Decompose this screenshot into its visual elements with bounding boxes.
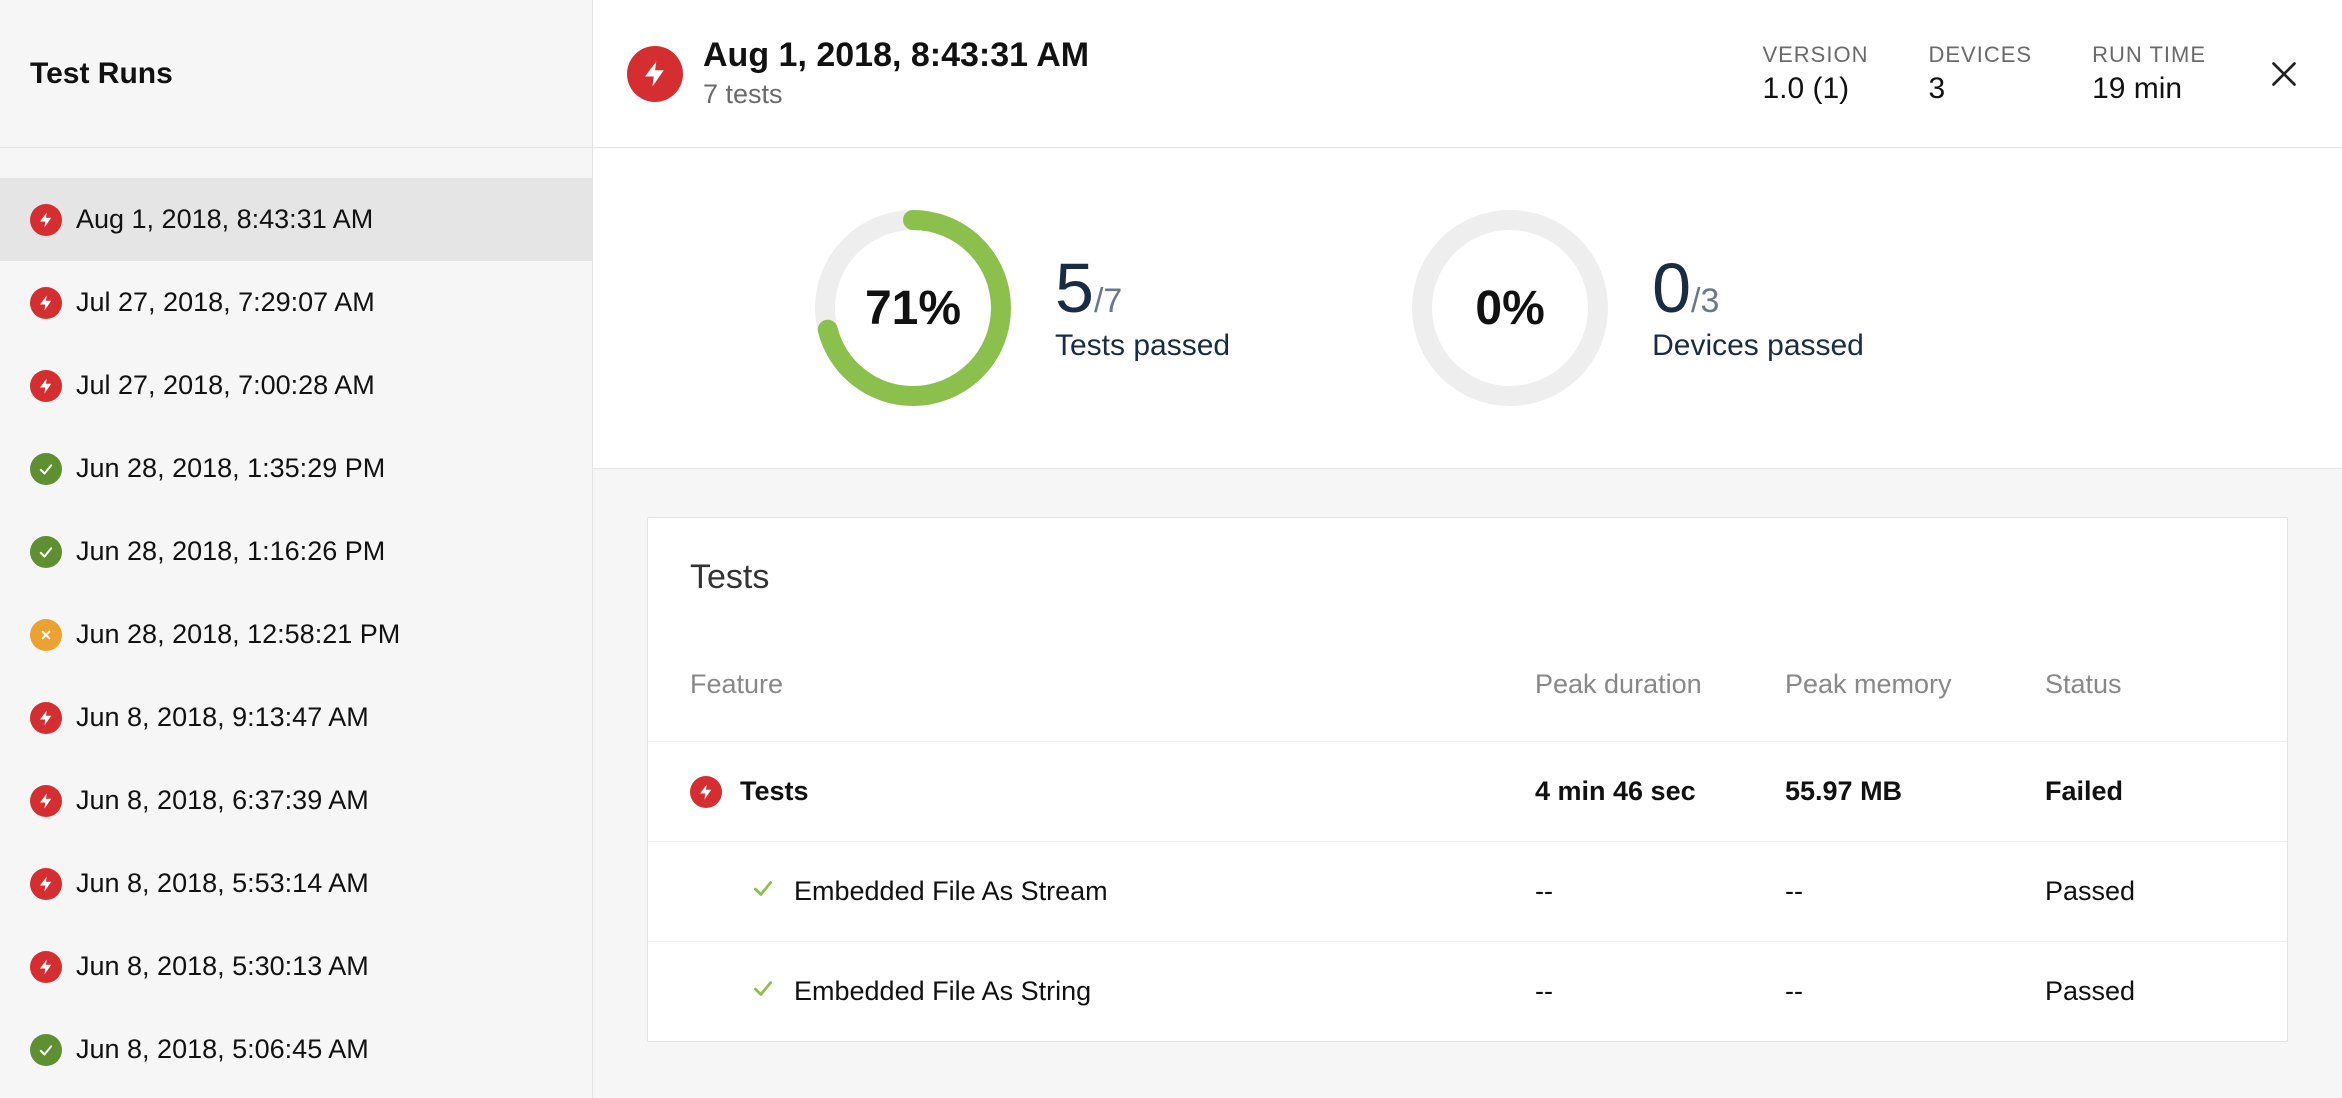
peak-duration: -- — [1535, 876, 1785, 907]
devices-fraction: 0/3 — [1652, 253, 1864, 323]
status: Passed — [2045, 876, 2245, 907]
test-run-item[interactable]: Jul 27, 2018, 7:00:28 AM — [0, 344, 592, 427]
devices-passed-dial: 0% — [1410, 208, 1610, 408]
lightning-icon — [30, 287, 62, 319]
header-stat: DEVICES 3 — [1928, 42, 2032, 106]
stat-value: 3 — [1928, 72, 2032, 106]
check-icon — [30, 1034, 62, 1066]
sidebar-title: Test Runs — [0, 0, 592, 148]
feature-name: Tests — [740, 776, 809, 807]
tests-percent: 71% — [813, 208, 1013, 408]
run-title: Aug 1, 2018, 8:43:31 AM — [703, 37, 1742, 74]
test-run-label: Jul 27, 2018, 7:29:07 AM — [76, 287, 375, 318]
x-icon — [30, 619, 62, 651]
tests-table-row[interactable]: Embedded File As String----Passed — [648, 941, 2287, 1041]
test-run-label: Jun 28, 2018, 12:58:21 PM — [76, 619, 400, 650]
col-peak-memory: Peak memory — [1785, 669, 2045, 700]
test-runs-list: Aug 1, 2018, 8:43:31 AM Jul 27, 2018, 7:2… — [0, 148, 592, 1091]
sidebar: Test Runs Aug 1, 2018, 8:43:31 AM Jul 27,… — [0, 0, 593, 1098]
test-run-item[interactable]: Jun 8, 2018, 5:06:45 AM — [0, 1008, 592, 1091]
test-run-label: Jun 28, 2018, 1:16:26 PM — [76, 536, 385, 567]
header-stat: VERSION 1.0 (1) — [1762, 42, 1868, 106]
tests-passed-dial: 71% — [813, 208, 1013, 408]
tests-passed-dial-group: 71% 5/7 Tests passed — [813, 208, 1230, 408]
stat-value: 1.0 (1) — [1762, 72, 1868, 106]
test-run-item[interactable]: Aug 1, 2018, 8:43:31 AM — [0, 178, 592, 261]
lightning-icon — [30, 204, 62, 236]
test-run-item[interactable]: Jun 28, 2018, 12:58:21 PM — [0, 593, 592, 676]
col-feature: Feature — [690, 669, 1535, 700]
devices-caption: Devices passed — [1652, 329, 1864, 363]
col-peak-duration: Peak duration — [1535, 669, 1785, 700]
stat-label: DEVICES — [1928, 42, 2032, 68]
test-run-item[interactable]: Jul 27, 2018, 7:29:07 AM — [0, 261, 592, 344]
peak-duration: 4 min 46 sec — [1535, 776, 1785, 807]
check-icon — [30, 453, 62, 485]
lightning-icon — [30, 702, 62, 734]
test-run-label: Jun 8, 2018, 5:53:14 AM — [76, 868, 369, 899]
test-run-label: Jun 8, 2018, 5:30:13 AM — [76, 951, 369, 982]
check-icon — [750, 975, 776, 1008]
stat-label: VERSION — [1762, 42, 1868, 68]
stat-value: 19 min — [2092, 72, 2206, 106]
run-subtitle: 7 tests — [703, 79, 1742, 110]
feature-name: Embedded File As Stream — [794, 876, 1108, 907]
test-run-item[interactable]: Jun 8, 2018, 9:13:47 AM — [0, 676, 592, 759]
feature-name: Embedded File As String — [794, 976, 1091, 1007]
test-run-label: Jun 8, 2018, 6:37:39 AM — [76, 785, 369, 816]
lightning-icon — [30, 868, 62, 900]
summary-row: 71% 5/7 Tests passed 0% 0/3 — [593, 148, 2342, 469]
tests-card-title: Tests — [648, 518, 2287, 627]
tests-region: Tests Feature Peak duration Peak memory … — [593, 469, 2342, 1098]
status: Passed — [2045, 976, 2245, 1007]
test-run-label: Jun 8, 2018, 9:13:47 AM — [76, 702, 369, 733]
tests-fraction: 5/7 — [1055, 253, 1230, 323]
devices-passed-dial-group: 0% 0/3 Devices passed — [1410, 208, 1864, 408]
stat-label: RUN TIME — [2092, 42, 2206, 68]
detail-title-block: Aug 1, 2018, 8:43:31 AM 7 tests — [703, 37, 1742, 109]
test-run-item[interactable]: Jun 28, 2018, 1:35:29 PM — [0, 427, 592, 510]
header-stat: RUN TIME 19 min — [2092, 42, 2206, 106]
test-run-item[interactable]: Jun 8, 2018, 5:30:13 AM — [0, 925, 592, 1008]
check-icon — [30, 536, 62, 568]
peak-duration: -- — [1535, 976, 1785, 1007]
test-run-item[interactable]: Jun 8, 2018, 5:53:14 AM — [0, 842, 592, 925]
header-stats: VERSION 1.0 (1) DEVICES 3 RUN TIME 19 min — [1762, 42, 2206, 106]
test-run-label: Aug 1, 2018, 8:43:31 AM — [76, 204, 373, 235]
detail-header: Aug 1, 2018, 8:43:31 AM 7 tests VERSION 1… — [593, 0, 2342, 148]
tests-table-row[interactable]: Tests 4 min 46 sec55.97 MBFailed — [648, 741, 2287, 841]
status: Failed — [2045, 776, 2245, 807]
test-run-label: Jul 27, 2018, 7:00:28 AM — [76, 370, 375, 401]
check-icon — [750, 875, 776, 908]
tests-table-row[interactable]: Embedded File As Stream----Passed — [648, 841, 2287, 941]
lightning-icon — [627, 46, 683, 102]
test-run-label: Jun 8, 2018, 5:06:45 AM — [76, 1034, 369, 1065]
tests-card: Tests Feature Peak duration Peak memory … — [647, 517, 2288, 1042]
lightning-icon — [30, 951, 62, 983]
lightning-icon — [30, 370, 62, 402]
tests-caption: Tests passed — [1055, 329, 1230, 363]
test-run-item[interactable]: Jun 8, 2018, 6:37:39 AM — [0, 759, 592, 842]
peak-memory: -- — [1785, 976, 2045, 1007]
close-button[interactable] — [2266, 56, 2302, 92]
lightning-icon — [30, 785, 62, 817]
tests-table-header: Feature Peak duration Peak memory Status — [648, 627, 2287, 741]
peak-memory: 55.97 MB — [1785, 776, 2045, 807]
lightning-icon — [690, 776, 722, 808]
col-status: Status — [2045, 669, 2245, 700]
peak-memory: -- — [1785, 876, 2045, 907]
detail-pane: Aug 1, 2018, 8:43:31 AM 7 tests VERSION 1… — [593, 0, 2342, 1098]
close-icon — [2266, 56, 2302, 92]
test-run-item[interactable]: Jun 28, 2018, 1:16:26 PM — [0, 510, 592, 593]
test-run-label: Jun 28, 2018, 1:35:29 PM — [76, 453, 385, 484]
devices-percent: 0% — [1410, 208, 1610, 408]
